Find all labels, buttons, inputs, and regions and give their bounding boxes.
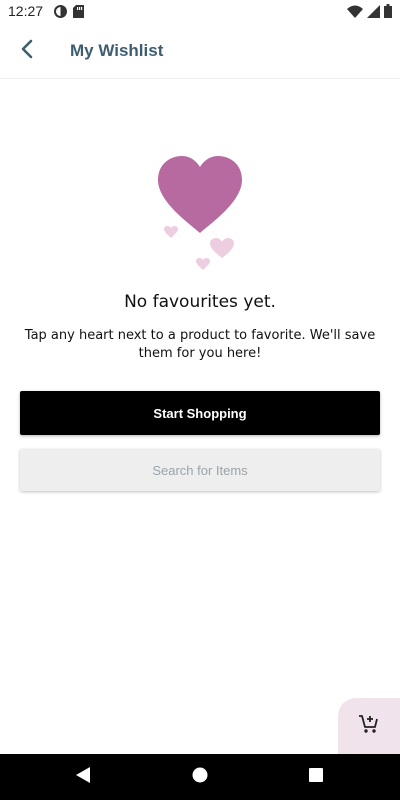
empty-state-description: Tap any heart next to a product to favor… bbox=[24, 328, 376, 361]
empty-state-title: No favourites yet. bbox=[124, 292, 276, 312]
back-arrow-icon bbox=[20, 39, 34, 64]
wifi-icon bbox=[347, 5, 363, 23]
cart-add-icon bbox=[358, 714, 380, 739]
app-bar: My Wishlist bbox=[0, 24, 400, 79]
nav-home-icon bbox=[191, 766, 209, 789]
hearts-illustration bbox=[150, 150, 250, 275]
signal-icon bbox=[367, 4, 380, 23]
nav-home-button[interactable] bbox=[189, 766, 211, 788]
status-bar: 12:27 bbox=[0, 0, 400, 24]
nav-recents-button[interactable] bbox=[305, 766, 327, 788]
status-left-icons bbox=[54, 5, 84, 23]
navigation-bar bbox=[0, 754, 400, 800]
alarm-icon bbox=[54, 5, 67, 23]
battery-icon bbox=[384, 4, 392, 23]
hearts-icon bbox=[150, 156, 250, 279]
cart-fab[interactable] bbox=[338, 698, 400, 754]
page-title: My Wishlist bbox=[70, 41, 164, 60]
wishlist-screen: 12:27 My Wishlist No favourites yet. Tap… bbox=[0, 0, 400, 800]
search-items-button[interactable]: Search for Items bbox=[20, 449, 380, 491]
nav-back-icon bbox=[74, 766, 92, 789]
status-right-icons bbox=[347, 4, 392, 23]
nav-back-button[interactable] bbox=[72, 766, 94, 788]
start-shopping-button[interactable]: Start Shopping bbox=[20, 391, 380, 435]
back-button[interactable] bbox=[12, 36, 42, 66]
nav-recents-icon bbox=[308, 767, 324, 788]
status-time: 12:27 bbox=[8, 3, 44, 19]
sd-card-icon bbox=[73, 5, 84, 23]
